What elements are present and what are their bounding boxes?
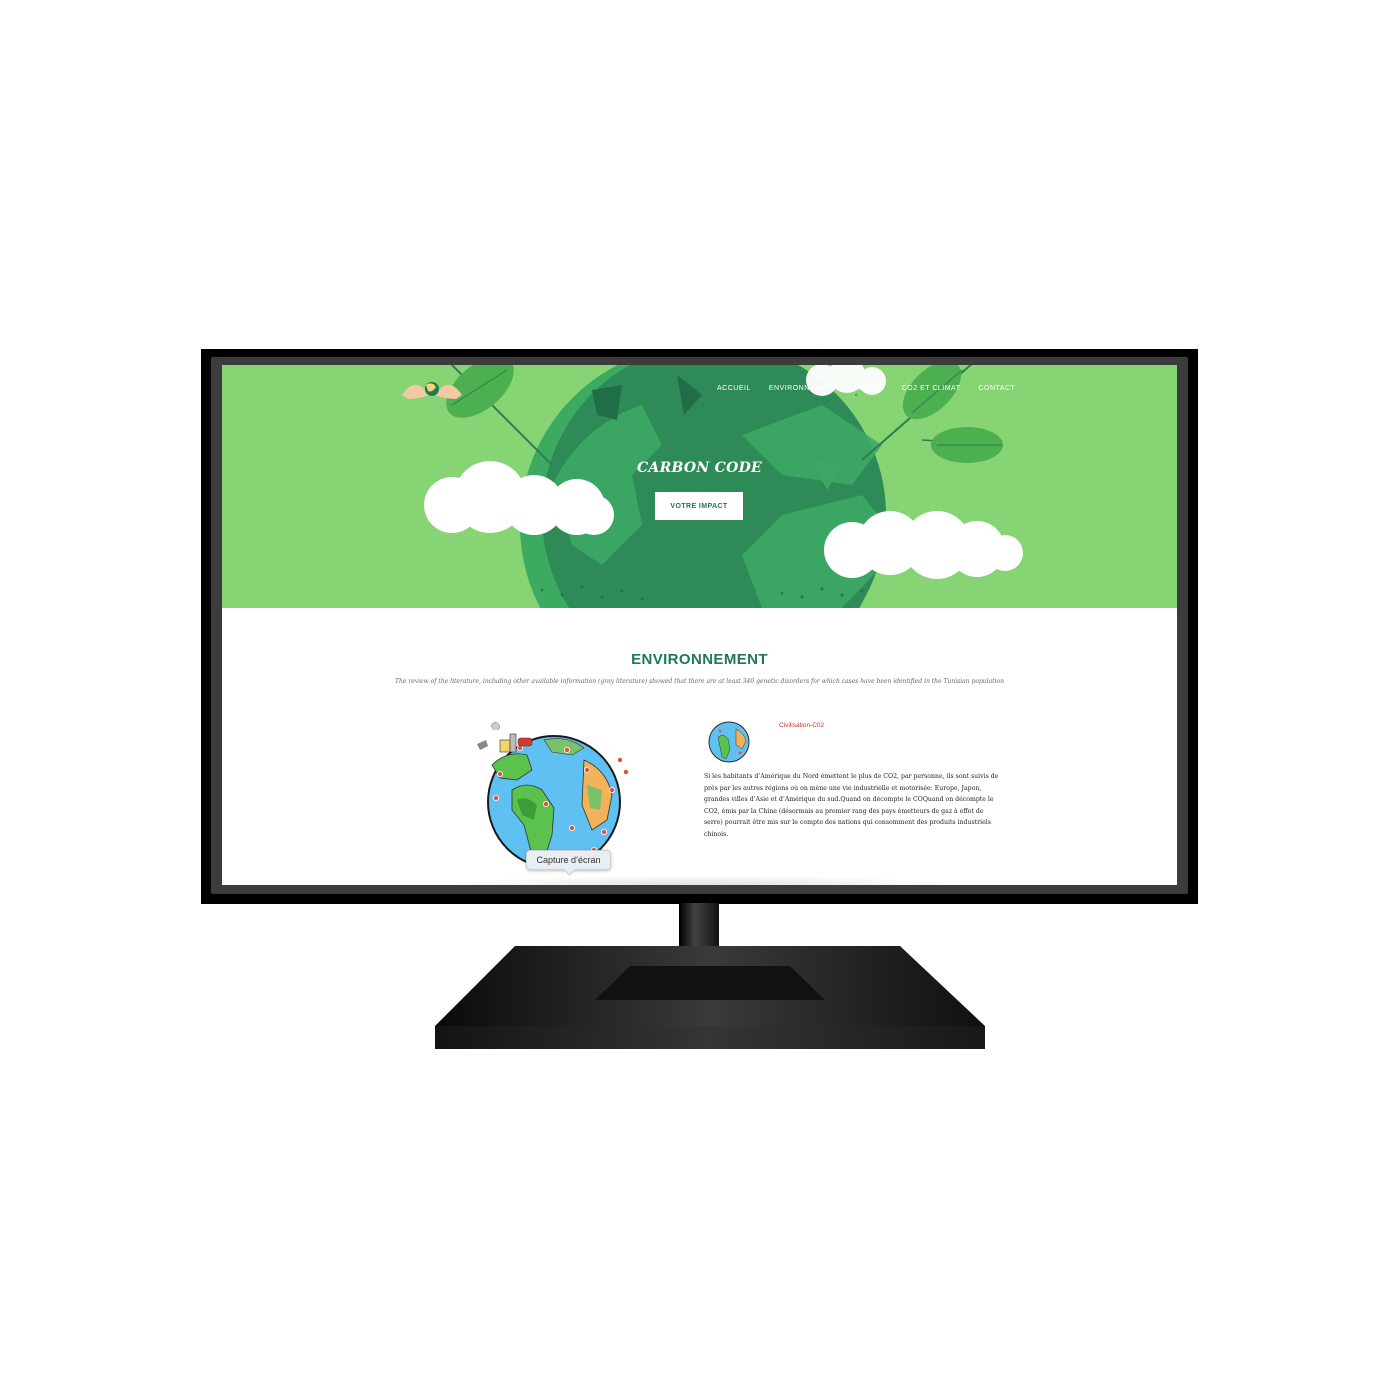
article-body: Si les habitants d’Amérique du Nord émet… [704, 773, 999, 838]
nav-item-contact[interactable]: CONTACT [979, 385, 1016, 392]
hero-title: CARBON CODE [636, 460, 763, 476]
nav-item-environnement[interactable]: ENVIRONNEMENT [769, 385, 837, 392]
nav-item-accueil[interactable]: ACCUEIL [717, 385, 751, 392]
section-title: ENVIRONNEMENT [631, 651, 768, 668]
earth-globe-icon [708, 721, 750, 763]
section-subtitle: The review of the literature, including … [395, 678, 1004, 685]
screenshot-tooltip: Capture d’écran [526, 850, 611, 870]
article-link-civilisation-co2[interactable]: Civilisation-C02 [779, 722, 824, 729]
main-nav: ACCUEIL ENVIRONNEMENT IMPACT CO2 ET CLIM… [717, 385, 1015, 392]
hero-illustration [402, 365, 1023, 608]
bottom-shadow [442, 875, 962, 885]
monitor-stand-base [435, 946, 985, 1049]
nav-item-co2-et-climat[interactable]: CO2 ET CLIMAT [902, 385, 961, 392]
votre-impact-button[interactable]: VOTRE IMPACT [655, 492, 743, 520]
nav-item-impact[interactable]: IMPACT [855, 385, 884, 392]
hero-section: ACCUEIL ENVIRONNEMENT IMPACT CO2 ET CLIM… [222, 365, 1177, 608]
browser-screen: ACCUEIL ENVIRONNEMENT IMPACT CO2 ET CLIM… [222, 365, 1177, 885]
leaf-icon [446, 365, 553, 466]
